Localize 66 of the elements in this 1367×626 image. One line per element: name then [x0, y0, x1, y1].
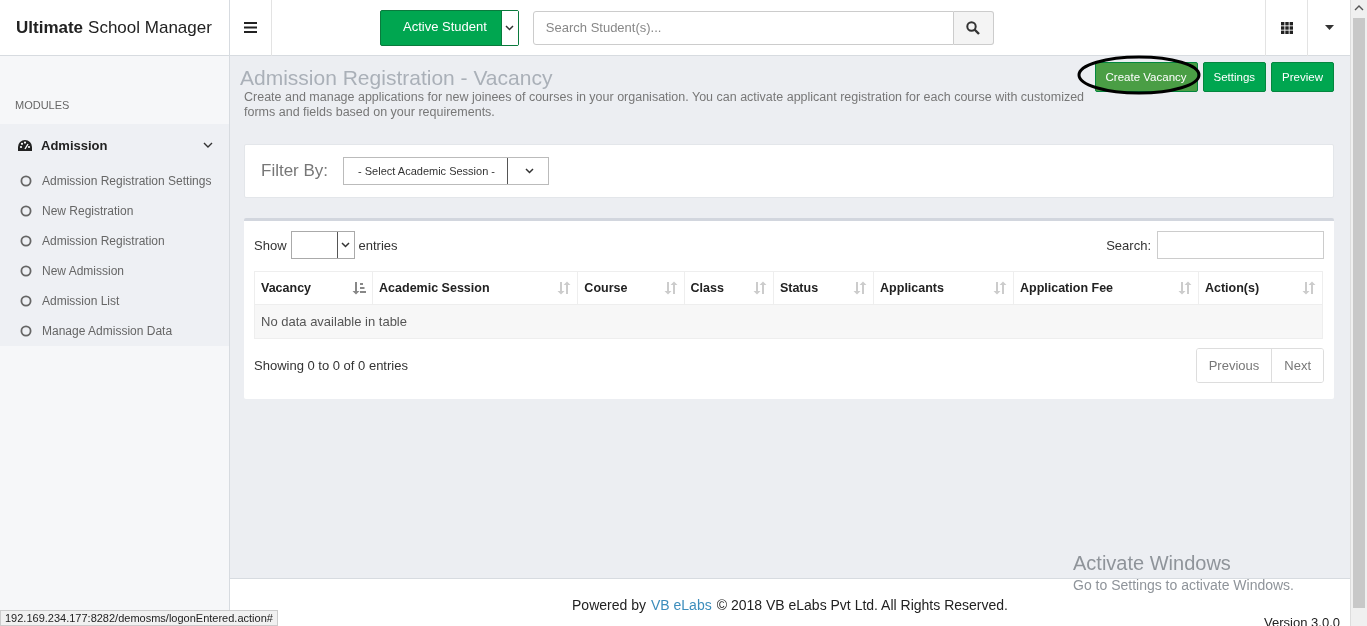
action-button[interactable]: Preview — [1271, 62, 1334, 92]
sidebar-item[interactable]: Admission Registration — [0, 226, 229, 256]
column-header[interactable]: Status — [773, 271, 874, 305]
column-header[interactable]: Application Fee — [1013, 271, 1199, 305]
app-title: Ultimate School Manager — [0, 0, 230, 56]
scrollbar[interactable] — [1350, 0, 1367, 626]
chevron-down-icon — [524, 168, 534, 174]
column-header[interactable]: Course — [577, 271, 685, 305]
menu-icon — [244, 22, 257, 33]
chevron-down-icon — [203, 142, 213, 148]
activation-title: Activate Windows — [1073, 552, 1232, 575]
footer-link[interactable]: VB eLabs — [650, 597, 712, 613]
search-icon — [966, 20, 981, 35]
table-search-field[interactable] — [1157, 231, 1324, 259]
apps-grid-button[interactable] — [1265, 0, 1308, 56]
sidebar-item[interactable]: Manage Admission Data — [0, 316, 229, 346]
circle-icon — [20, 265, 32, 277]
show-label: Show — [254, 237, 287, 253]
filter-label: Filter By: — [261, 161, 329, 181]
dashboard-icon — [17, 138, 33, 152]
activation-subtitle: Go to Settings to activate Windows. — [1073, 577, 1294, 593]
sidebar-group[interactable]: Admission — [0, 124, 229, 166]
chevron-down-icon — [341, 242, 351, 248]
sort-icon[interactable] — [853, 281, 868, 295]
column-header[interactable]: Applicants — [873, 271, 1014, 305]
session-select[interactable]: - Select Academic Session - — [343, 157, 549, 185]
column-header[interactable]: Class — [684, 271, 774, 305]
circle-icon — [20, 235, 32, 247]
column-header[interactable]: Academic Session — [372, 271, 578, 305]
circle-icon — [20, 295, 32, 307]
caret-icon — [1324, 25, 1334, 30]
entries-select[interactable] — [290, 231, 355, 259]
search-button[interactable] — [953, 10, 994, 45]
action-button[interactable]: Create Vacancy — [1094, 62, 1198, 92]
search-label: Search: — [1106, 237, 1151, 253]
sidebar-item[interactable]: Admission List — [0, 286, 229, 316]
action-button[interactable]: Settings — [1202, 62, 1267, 92]
sort-icon[interactable] — [663, 281, 678, 295]
table-info: Showing 0 to 0 of 0 entries — [254, 358, 408, 373]
entries-label: entries — [358, 237, 398, 253]
sort-ascending-icon[interactable] — [352, 281, 367, 295]
pagination-button[interactable]: Next — [1271, 349, 1323, 382]
sort-icon[interactable] — [557, 281, 572, 295]
empty-table-message: No data available in table — [254, 304, 1323, 339]
sidebar-item[interactable]: New Registration — [0, 196, 229, 226]
search-field[interactable]: Search Student(s)... — [532, 10, 954, 45]
sort-icon[interactable] — [992, 281, 1007, 295]
student-filter-dropdown[interactable]: Active Student — [380, 9, 519, 46]
sort-icon[interactable] — [1177, 281, 1192, 295]
status-url: 192.169.234.177:8282/demosms/logonEntered.action# — [0, 610, 278, 626]
column-header[interactable]: Action(s) — [1198, 271, 1323, 305]
grid-icon — [1280, 21, 1293, 34]
sort-icon[interactable] — [752, 281, 767, 295]
page-title: Admission Registration - Vacancy — [240, 66, 554, 90]
circle-icon — [20, 325, 32, 337]
circle-icon — [20, 205, 32, 217]
sort-icon[interactable] — [1302, 281, 1316, 295]
scroll-up-icon[interactable] — [1354, 3, 1364, 13]
circle-icon — [20, 175, 32, 187]
sidebar-item[interactable]: New Admission — [0, 256, 229, 286]
column-header[interactable]: Vacancy — [254, 271, 373, 305]
sidebar-heading: MODULES — [14, 98, 71, 113]
footer-text: Powered by VB eLabs © 2018 VB eLabs Pvt Ltd. All Rights Reserved. — [572, 597, 1008, 615]
chevron-down-icon — [505, 24, 515, 31]
page-description: Create and manage applications for new joinees of courses in your organisation. You can activate applicant registration for each course with customized forms and fields based on your requirements. — [244, 90, 1086, 120]
sidebar-item[interactable]: Admission Registration Settings — [0, 166, 229, 196]
